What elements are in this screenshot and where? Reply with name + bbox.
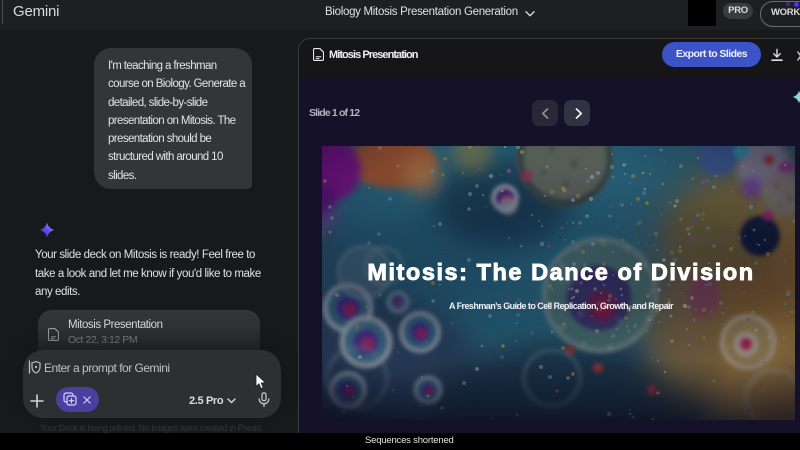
svg-text:Mitosis: The Dance of Division: Mitosis: The Dance of Division <box>367 259 754 285</box>
svg-text:A Freshman's Guide to Cell Rep: A Freshman's Guide to Cell Replication, … <box>449 301 674 311</box>
